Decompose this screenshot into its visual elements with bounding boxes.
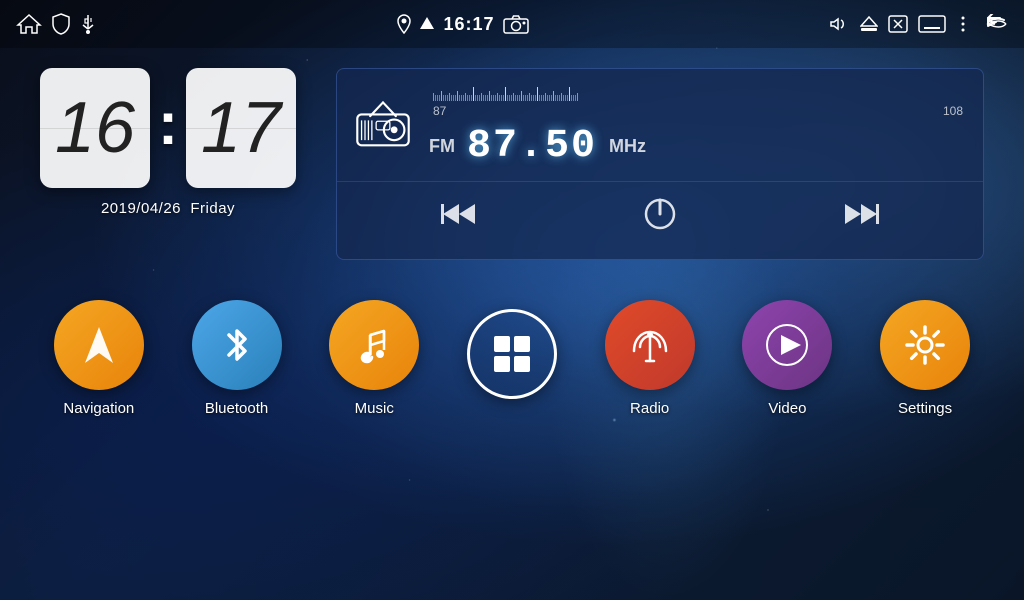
radio-power-button[interactable] bbox=[634, 192, 686, 243]
app-bluetooth[interactable]: Bluetooth bbox=[192, 300, 282, 417]
back-icon[interactable] bbox=[980, 14, 1008, 34]
video-circle bbox=[742, 300, 832, 390]
radio-freq-display: FM 87.50 MHz bbox=[429, 124, 967, 169]
clock-digits: 16 : 17 bbox=[40, 68, 296, 188]
status-time: 16:17 bbox=[443, 14, 494, 35]
shield-icon bbox=[52, 13, 70, 35]
app-music[interactable]: Music bbox=[329, 300, 419, 417]
home-circle bbox=[467, 309, 557, 399]
eject-icon bbox=[860, 15, 878, 33]
nav-label: Navigation bbox=[63, 400, 134, 417]
music-label: Music bbox=[355, 400, 394, 417]
bt-label: Bluetooth bbox=[205, 400, 268, 417]
status-left-icons bbox=[16, 13, 96, 35]
radio-widget[interactable]: 87 108 FM 87.50 MHz bbox=[336, 68, 984, 260]
close-icon[interactable] bbox=[888, 15, 908, 33]
app-home[interactable] bbox=[467, 309, 557, 409]
status-right-icons bbox=[830, 14, 1008, 34]
radio-unit: MHz bbox=[609, 136, 646, 157]
radio-frequency: 87.50 bbox=[467, 124, 597, 169]
clock-date: 2019/04/26 Friday bbox=[101, 200, 235, 217]
status-bar: 16:17 bbox=[0, 0, 1024, 48]
radio-tuner: 87 108 FM 87.50 MHz bbox=[429, 81, 967, 169]
radio-band: FM bbox=[429, 136, 455, 157]
menu-icon[interactable] bbox=[956, 15, 970, 33]
main-content: 16 : 17 2019/04/26 Friday bbox=[0, 48, 1024, 280]
clock-minute: 17 bbox=[201, 92, 281, 164]
nav-circle bbox=[54, 300, 144, 390]
usb-icon bbox=[80, 13, 96, 35]
app-grid: Navigation Bluetooth Music bbox=[0, 290, 1024, 437]
minimize-icon[interactable] bbox=[918, 15, 946, 33]
radio-prev-button[interactable] bbox=[431, 196, 487, 239]
clock-hour-block: 16 bbox=[40, 68, 150, 188]
status-center-area: 16:17 bbox=[397, 14, 528, 35]
radio-circle bbox=[605, 300, 695, 390]
app-radio[interactable]: Radio bbox=[605, 300, 695, 417]
clock-minute-block: 17 bbox=[186, 68, 296, 188]
app-video[interactable]: Video bbox=[742, 300, 832, 417]
radio-next-button[interactable] bbox=[833, 196, 889, 239]
clock-separator: : bbox=[158, 89, 178, 158]
signal-icon bbox=[419, 15, 435, 33]
home-icon bbox=[16, 13, 42, 35]
tuner-min: 87 bbox=[433, 104, 446, 118]
music-circle bbox=[329, 300, 419, 390]
radio-icon bbox=[353, 98, 413, 153]
video-label: Video bbox=[768, 400, 806, 417]
clock-widget: 16 : 17 2019/04/26 Friday bbox=[40, 68, 296, 217]
app-navigation[interactable]: Navigation bbox=[54, 300, 144, 417]
camera-icon bbox=[503, 14, 529, 34]
radio-top: 87 108 FM 87.50 MHz bbox=[337, 69, 983, 181]
settings-circle bbox=[880, 300, 970, 390]
tuner-max: 108 bbox=[943, 104, 963, 118]
app-settings[interactable]: Settings bbox=[880, 300, 970, 417]
clock-hour: 16 bbox=[55, 92, 135, 164]
radio-label: Radio bbox=[630, 400, 669, 417]
settings-label: Settings bbox=[898, 400, 952, 417]
radio-controls bbox=[337, 181, 983, 259]
bt-circle bbox=[192, 300, 282, 390]
volume-icon bbox=[830, 15, 850, 33]
location-icon bbox=[397, 14, 411, 34]
